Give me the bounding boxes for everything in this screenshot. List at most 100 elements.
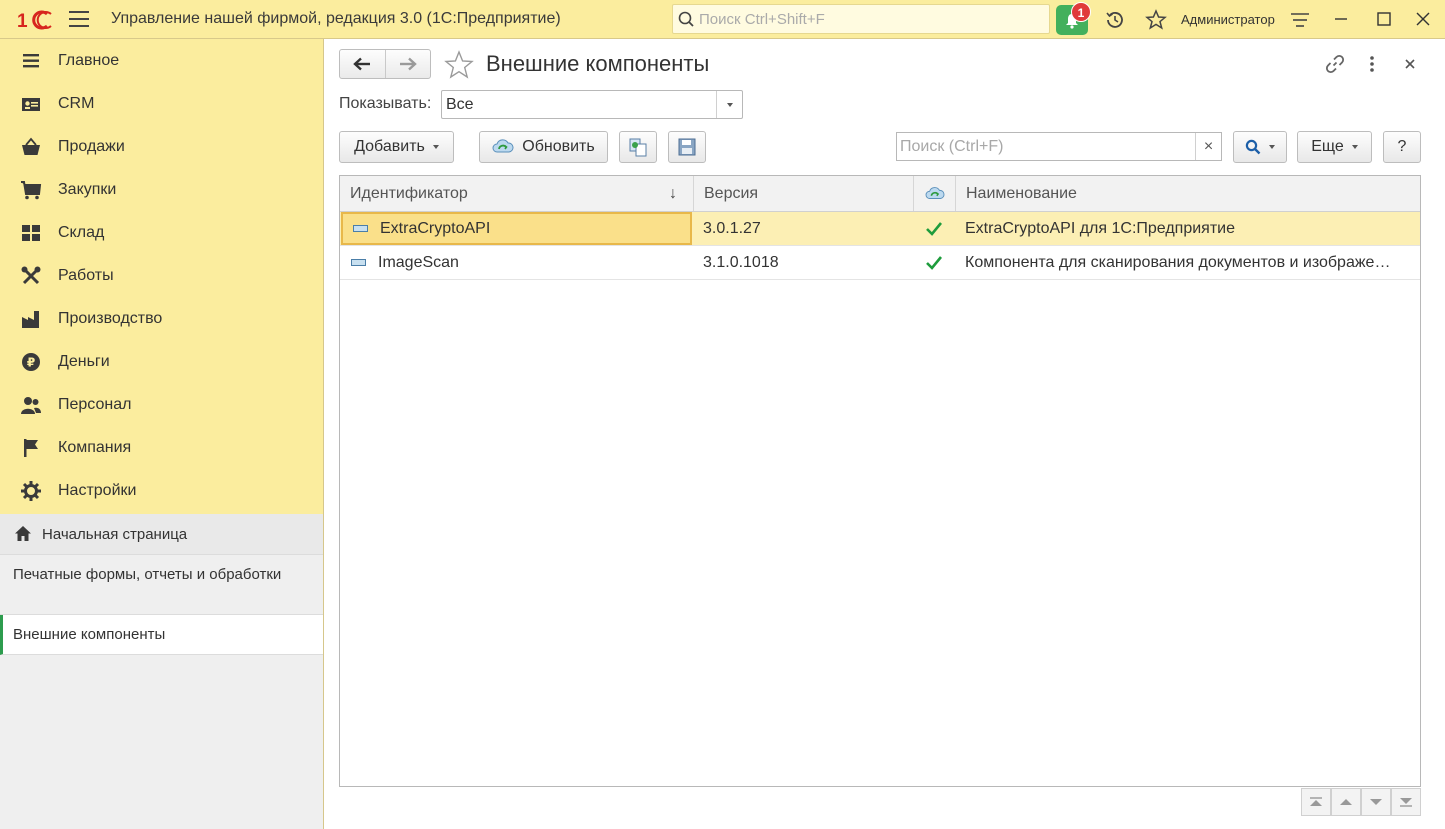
copy-document-icon [629,138,647,157]
link-icon[interactable] [1324,53,1346,75]
refresh-button-label: Обновить [522,138,595,155]
forward-button[interactable] [384,50,430,78]
table-header: Идентификатор ↓ Версия Наименование [340,176,1420,212]
factory-icon [22,310,39,328]
column-header-update[interactable] [913,176,955,211]
scroll-up-button[interactable] [1331,788,1361,816]
show-filter-label: Показывать: [339,95,432,112]
open-window-label: Внешние компоненты [13,626,166,643]
history-icon[interactable] [1104,9,1126,31]
components-table: Идентификатор ↓ Версия Наименование Extr… [339,175,1421,787]
cell-update-status [913,212,955,245]
title-bar: 1 Управление нашей фирмой, редакция 3.0 … [0,0,1445,39]
global-search-field[interactable] [672,4,1050,34]
app-title: Управление нашей фирмой, редакция 3.0 (1… [111,10,561,27]
menu-lines-icon [23,53,39,67]
more-button-label: Еще [1311,138,1344,155]
column-header-name[interactable]: Наименование [955,176,1420,211]
settings-menu-icon[interactable] [1289,9,1311,31]
column-header-label: Идентификатор [350,184,468,202]
sidebar-item-company[interactable]: Компания [0,426,323,469]
sidebar-item-personnel[interactable]: Персонал [0,383,323,426]
sidebar-item-main[interactable]: Главное [0,39,323,82]
sidebar-item-label: Закупки [58,180,117,198]
save-button[interactable] [668,131,706,163]
table-row[interactable]: ExtraCryptoAPI 3.0.1.27 ExtraCryptoAPI д… [340,212,1420,246]
sidebar-item-purchases[interactable]: Закупки [0,168,323,211]
arrow-right-icon [399,57,417,71]
close-window-icon[interactable] [1413,9,1433,29]
back-button[interactable] [340,50,385,78]
refresh-button[interactable]: Обновить [479,131,608,163]
sections-sidebar: Главное CRM Продажи Закупки Склад Работы… [0,39,324,829]
clear-search-button[interactable]: × [1195,133,1221,160]
sort-descending-icon[interactable]: ↓ [669,185,677,203]
sidebar-item-production[interactable]: Производство [0,297,323,340]
search-button[interactable] [1233,131,1287,163]
more-vertical-icon[interactable] [1361,53,1383,75]
table-row[interactable]: ImageScan 3.1.0.1018 Компонента для скан… [340,246,1420,280]
chevron-down-icon [1269,145,1275,149]
cell-version: 3.0.1.27 [703,219,761,237]
cell-identifier[interactable]: ImageScan [341,246,692,279]
history-nav-buttons [339,49,431,79]
form-area: Внешние компоненты Показывать: Все Добав… [324,39,1445,829]
show-filter-value: Все [446,96,474,113]
checkmark-icon [926,255,943,270]
svg-text:1: 1 [17,11,28,31]
user-name[interactable]: Администратор [1181,12,1275,27]
column-header-version[interactable]: Версия [693,176,913,211]
open-window-label: Начальная страница [42,526,188,543]
sidebar-item-settings[interactable]: Настройки [0,469,323,512]
favorites-star-icon[interactable] [1145,9,1167,31]
page-title: Внешние компоненты [486,51,710,76]
open-window-print-forms[interactable]: Печатные формы, отчеты и обработки [0,555,323,615]
sidebar-item-works[interactable]: Работы [0,254,323,297]
tools-icon [21,266,41,284]
chevron-down-icon [432,145,439,149]
column-header-identifier[interactable]: Идентификатор ↓ [340,176,693,211]
sidebar-item-sales[interactable]: Продажи [0,125,323,168]
global-search-input[interactable] [699,8,1039,30]
scroll-to-top-button[interactable] [1301,788,1331,816]
crm-card-icon [22,97,40,111]
dropdown-button[interactable] [716,91,742,118]
minimize-icon[interactable] [1331,9,1351,29]
cell-name: ExtraCryptoAPI для 1С:Предприятие [965,219,1235,237]
ruble-icon: ₽ [22,352,40,371]
sidebar-item-label: Работы [58,266,114,284]
gear-icon [21,480,41,501]
table-search-field[interactable]: × [896,132,1222,161]
cell-version: 3.1.0.1018 [703,253,779,271]
table-search-input[interactable] [900,137,1190,157]
last-page-icon [1400,798,1412,807]
sidebar-item-label: Главное [58,51,120,69]
sidebar-item-label: Производство [58,309,163,327]
scroll-down-button[interactable] [1361,788,1391,816]
scroll-to-bottom-button[interactable] [1391,788,1421,816]
cell-identifier[interactable]: ExtraCryptoAPI [341,212,692,245]
maximize-icon[interactable] [1374,9,1394,29]
chevron-down-icon [726,102,733,107]
copy-button[interactable] [619,131,657,163]
arrow-left-icon [353,57,371,71]
sidebar-item-warehouse[interactable]: Склад [0,211,323,254]
main-menu-button[interactable] [69,11,89,27]
sidebar-item-money[interactable]: ₽ Деньги [0,340,323,383]
sidebar-item-label: Продажи [58,137,125,155]
warehouse-grid-icon [22,224,40,241]
sidebar-item-crm[interactable]: CRM [0,82,323,125]
more-button[interactable]: Еще [1297,131,1372,163]
close-form-icon[interactable] [1399,53,1421,75]
open-window-home[interactable]: Начальная страница [0,514,323,555]
sidebar-item-label: Персонал [58,395,132,413]
add-favorite-star-icon[interactable] [444,50,474,80]
home-icon [15,526,31,541]
help-button[interactable]: ? [1383,131,1421,163]
add-button[interactable]: Добавить [339,131,454,163]
sidebar-item-label: Настройки [58,481,137,499]
open-window-external-components[interactable]: Внешние компоненты [0,615,323,655]
show-filter-select[interactable]: Все [441,90,743,119]
open-windows-panel: Начальная страница Печатные формы, отчет… [0,514,323,829]
svg-text:₽: ₽ [27,355,35,369]
